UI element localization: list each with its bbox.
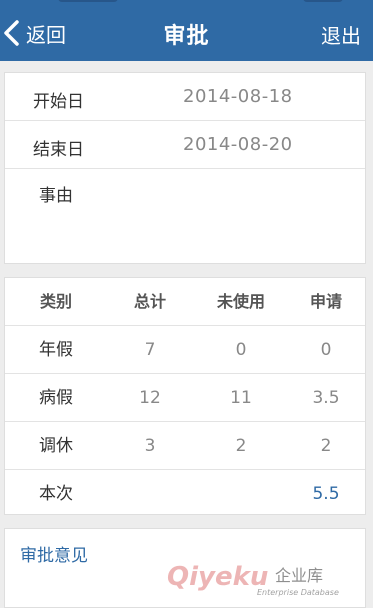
watermark-cn: 企业库: [275, 566, 323, 585]
table-row: 调休 3 2 2: [5, 422, 365, 470]
row-category: 病假: [39, 388, 73, 408]
exit-button[interactable]: 退出: [321, 20, 361, 49]
row-applied: 2: [320, 436, 332, 456]
end-date-row: 结束日 2014-08-20: [5, 121, 365, 169]
approval-opinion-label: 审批意见: [20, 546, 88, 566]
watermark-sub: Enterprise Database: [257, 588, 339, 597]
page-title: 审批: [163, 24, 210, 49]
row-category: 调休: [39, 436, 73, 456]
watermark-brand: Qiyeku: [167, 562, 268, 592]
leave-balance-table: 类别 总计 未使用 申请 年假 7 0 0 病假 12 11 3.5 调休 3 …: [4, 277, 366, 515]
row-applied: 3.5: [312, 388, 340, 408]
row-category: 年假: [39, 340, 73, 360]
header-applied: 申请: [309, 292, 342, 311]
navigation-bar: 返回 审批 退出: [0, 0, 373, 61]
approval-opinion-card[interactable]: 审批意见 Qiyeku 企业库 Enterprise Database: [4, 528, 366, 608]
header-unused: 未使用: [216, 292, 265, 311]
row-category: 本次: [39, 484, 73, 504]
row-unused: 2: [235, 436, 247, 456]
table-row-current: 本次 5.5: [5, 470, 365, 518]
status-bar-battery: [303, 0, 343, 2]
row-total: 12: [139, 388, 161, 408]
row-unused: [195, 470, 287, 518]
table-row: 年假 7 0 0: [5, 326, 365, 374]
table-row: 病假 12 11 3.5: [5, 374, 365, 422]
watermark-logo: Qiyeku 企业库 Enterprise Database: [167, 562, 339, 597]
header-category: 类别: [39, 292, 72, 311]
end-date-label: 结束日: [33, 140, 84, 160]
end-date-value: 2014-08-20: [183, 134, 293, 155]
reason-row: 事由: [5, 169, 365, 263]
row-applied: 0: [320, 340, 332, 360]
row-unused: 0: [235, 340, 247, 360]
start-date-value: 2014-08-18: [183, 86, 293, 107]
start-date-label: 开始日: [33, 92, 84, 112]
row-applied-current: 5.5: [312, 484, 340, 504]
row-unused: 11: [230, 388, 252, 408]
table-header: 类别 总计 未使用 申请: [5, 278, 365, 326]
row-total: [109, 470, 191, 518]
status-bar-carrier: [58, 0, 118, 2]
request-details-card: 开始日 2014-08-18 结束日 2014-08-20 事由: [4, 72, 366, 264]
reason-label: 事由: [39, 186, 73, 206]
status-bar: [0, 0, 373, 8]
start-date-row: 开始日 2014-08-18: [5, 73, 365, 121]
row-total: 3: [144, 436, 156, 456]
row-total: 7: [144, 340, 156, 360]
header-total: 总计: [133, 292, 166, 311]
